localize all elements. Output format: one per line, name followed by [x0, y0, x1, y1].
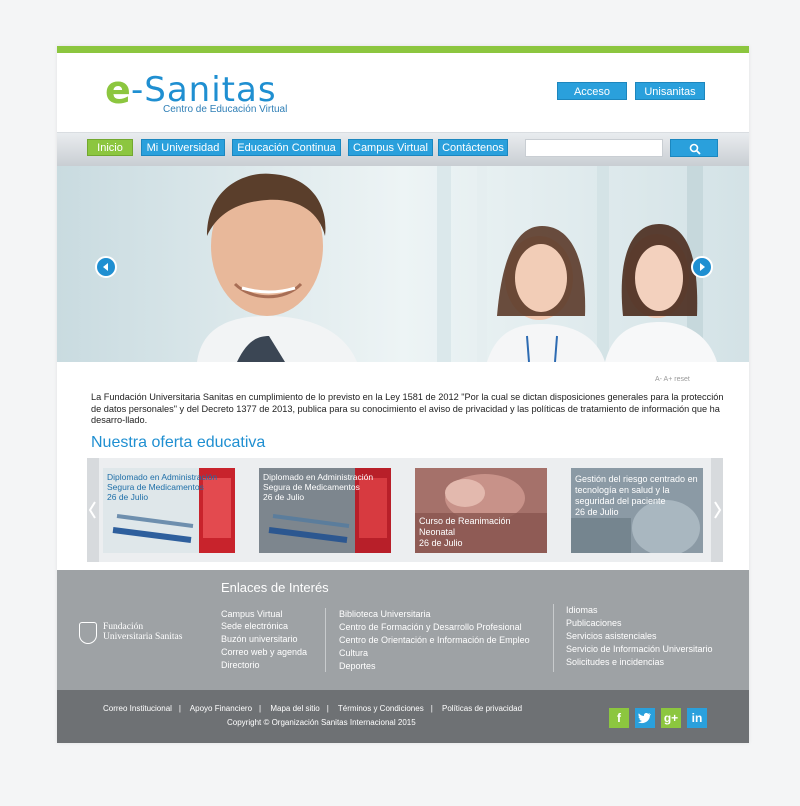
bottom-links: Correo Institucional | Apoyo Financiero | … — [103, 704, 523, 713]
link-terminos[interactable]: Términos y Condiciones — [338, 704, 424, 713]
course-card[interactable]: Curso de Reanimación Neonatal 26 de Juli… — [415, 468, 547, 553]
unisanitas-button[interactable]: Unisanitas — [635, 82, 705, 100]
facebook-icon[interactable]: f — [609, 708, 629, 728]
link-idiomas[interactable]: Idiomas — [566, 604, 598, 616]
nav-campus-virtual[interactable]: Campus Virtual — [348, 139, 433, 156]
hero-next-button[interactable] — [691, 256, 713, 278]
bottom-bar: Correo Institucional | Apoyo Financiero | … — [57, 690, 749, 743]
font-size-tools[interactable]: A- A+ reset — [655, 376, 690, 383]
course-date: 26 de Julio — [575, 507, 619, 517]
course-text: Gestión del riesgo centrado en tecnologí… — [575, 474, 703, 518]
link-apoyo-financiero[interactable]: Apoyo Financiero — [190, 704, 252, 713]
link-cultura[interactable]: Cultura — [339, 647, 368, 659]
oferta-carousel: Diplomado en Administración Segura de Me… — [87, 458, 723, 562]
section-title-oferta: Nuestra oferta educativa — [91, 434, 266, 451]
link-servicio-informacion[interactable]: Servicio de Información Universitario — [566, 643, 713, 655]
search-icon — [689, 143, 701, 155]
fundacion-line: Universitaria Sanitas — [103, 632, 183, 642]
link-correo-institucional[interactable]: Correo Institucional — [103, 704, 172, 713]
search-button[interactable] — [670, 139, 718, 157]
link-deportes[interactable]: Deportes — [339, 660, 376, 672]
link-biblioteca[interactable]: Biblioteca Universitaria — [339, 608, 431, 620]
chevron-right-icon — [700, 263, 705, 271]
course-date: 26 de Julio — [107, 492, 149, 502]
link-politicas[interactable]: Políticas de privacidad — [442, 704, 522, 713]
fundacion-line: Fundación — [103, 622, 144, 632]
course-card[interactable]: Diplomado en Administración Segura de Me… — [103, 468, 235, 553]
logo-subtitle: Centro de Educación Virtual — [163, 104, 288, 115]
page-container: e -Sanitas Centro de Educación Virtual A… — [57, 46, 749, 743]
course-text: Diplomado en Administración Segura de Me… — [263, 472, 391, 502]
top-accent-bar — [57, 46, 749, 53]
twitter-icon[interactable] — [635, 708, 655, 728]
course-title: Diplomado en Administración Segura de Me… — [107, 472, 218, 492]
link-mapa-sitio[interactable]: Mapa del sitio — [270, 704, 319, 713]
course-text: Curso de Reanimación Neonatal 26 de Juli… — [419, 516, 547, 549]
hero-prev-button[interactable] — [95, 256, 117, 278]
divider — [325, 608, 326, 672]
nav-mi-universidad[interactable]: Mi Universidad — [141, 139, 225, 156]
course-card[interactable]: Diplomado en Administración Segura de Me… — [259, 468, 391, 553]
chevron-left-icon — [103, 263, 108, 271]
chevron-left-icon — [88, 501, 96, 519]
carousel-next-button[interactable] — [711, 458, 723, 562]
privacy-notice: La Fundación Universitaria Sanitas en cu… — [91, 392, 724, 425]
fundacion-logo[interactable]: Fundación Universitaria Sanitas — [79, 622, 199, 652]
nav-educacion-continua[interactable]: Educación Continua — [232, 139, 341, 156]
course-date: 26 de Julio — [419, 538, 463, 548]
nav-contactenos[interactable]: Contáctenos — [438, 139, 508, 156]
divider — [553, 604, 554, 672]
hero-slider — [57, 166, 749, 362]
hero-photo — [57, 166, 749, 362]
twitter-bird-icon — [638, 712, 651, 724]
links-footer: Enlaces de Interés Fundación Universitar… — [57, 570, 749, 690]
site-logo[interactable]: e -Sanitas Centro de Educación Virtual — [105, 68, 315, 118]
carousel-prev-button[interactable] — [87, 458, 99, 562]
course-date: 26 de Julio — [263, 492, 305, 502]
course-title: Diplomado en Administración Segura de Me… — [263, 472, 374, 492]
link-sede-electronica[interactable]: Sede electrónica — [221, 620, 288, 632]
link-servicios-asistenciales[interactable]: Servicios asistenciales — [566, 630, 657, 642]
main-navbar: Inicio Mi Universidad Educación Continua… — [57, 132, 749, 166]
link-centro-formacion[interactable]: Centro de Formación y Desarrollo Profesi… — [339, 621, 522, 633]
link-solicitudes[interactable]: Solicitudes e incidencias — [566, 656, 664, 668]
links-title: Enlaces de Interés — [221, 580, 329, 595]
acceso-sinu-button[interactable]: Acceso Sinú — [557, 82, 627, 116]
search-input[interactable] — [525, 139, 663, 157]
logo-e: e — [105, 68, 131, 112]
link-buzon[interactable]: Buzón universitario — [221, 633, 298, 645]
course-title: Curso de Reanimación Neonatal — [419, 516, 511, 537]
fundacion-text: Fundación Universitaria Sanitas — [103, 622, 182, 642]
copyright-text: Copyright © Organización Sanitas Interna… — [227, 718, 416, 727]
link-publicaciones[interactable]: Publicaciones — [566, 617, 622, 629]
course-text: Diplomado en Administración Segura de Me… — [107, 472, 235, 502]
course-title: Gestión del riesgo centrado en tecnologí… — [575, 474, 698, 506]
google-plus-icon[interactable]: g+ — [661, 708, 681, 728]
link-centro-orientacion[interactable]: Centro de Orientación e Información de E… — [339, 634, 530, 646]
link-campus-virtual[interactable]: Campus Virtual — [221, 608, 282, 620]
chevron-right-icon — [714, 501, 722, 519]
linkedin-icon[interactable]: in — [687, 708, 707, 728]
nav-inicio[interactable]: Inicio — [87, 139, 133, 156]
seal-icon — [79, 622, 97, 644]
link-correo-web[interactable]: Correo web y agenda — [221, 646, 307, 658]
course-card[interactable]: Gestión del riesgo centrado en tecnologí… — [571, 468, 703, 553]
link-directorio[interactable]: Directorio — [221, 659, 260, 671]
